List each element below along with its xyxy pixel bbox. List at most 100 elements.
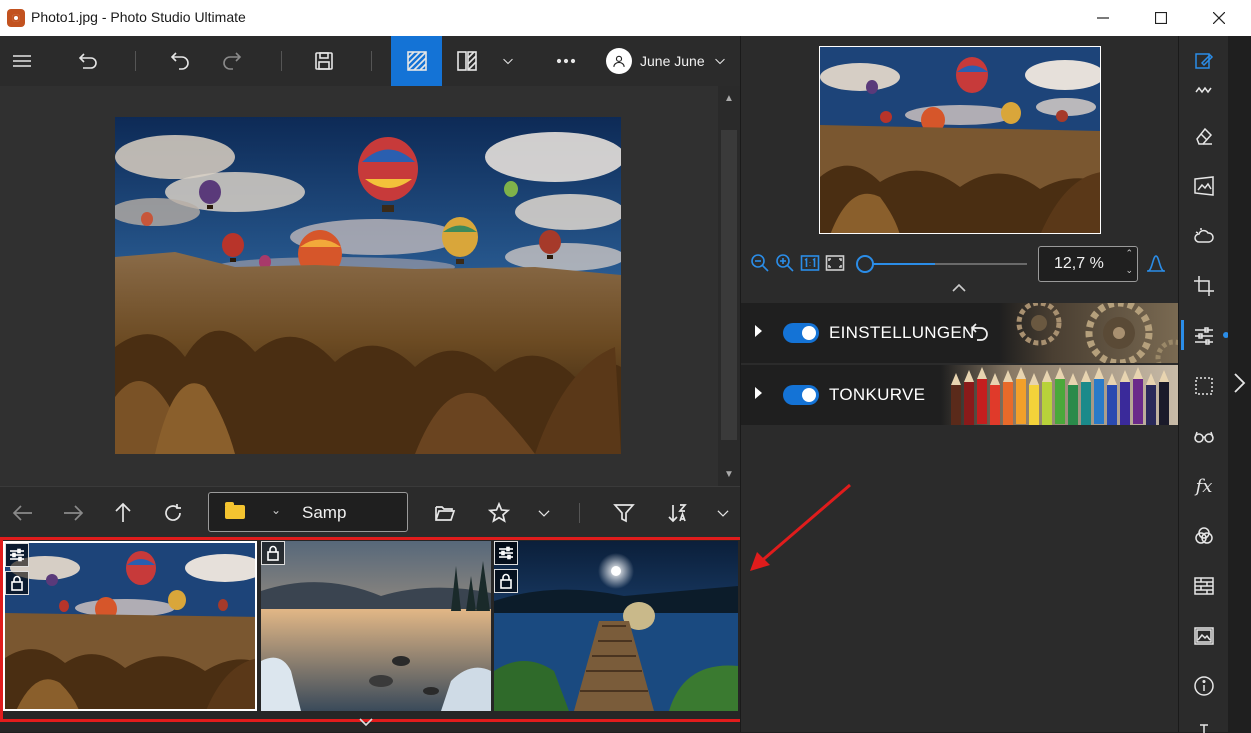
nav-up-button[interactable]: [102, 487, 144, 539]
collapse-navigator-button[interactable]: [951, 282, 967, 296]
pencils-banner-image: [941, 365, 1179, 425]
tone-curve-section-header[interactable]: TONKURVE: [741, 365, 1179, 425]
arrow-right-icon: [64, 505, 84, 521]
zoom-out-button[interactable]: [749, 252, 771, 274]
main-toolbar: June June: [0, 36, 740, 86]
refresh-button[interactable]: [152, 487, 194, 539]
zoom-slider-knob[interactable]: [856, 255, 874, 273]
back-to-browser-button[interactable]: [68, 36, 108, 86]
tool-retouch[interactable]: [1179, 74, 1229, 104]
weather-icon: [1194, 228, 1214, 243]
thumbnail-highlight-annotation: [0, 537, 744, 722]
redo-button[interactable]: [212, 36, 252, 86]
tool-red-eye[interactable]: [1179, 416, 1229, 456]
redo-icon: [223, 52, 242, 70]
image-viewer[interactable]: ▲ ▼: [0, 86, 740, 486]
tool-texture[interactable]: [1179, 566, 1229, 606]
filter-icon: [613, 504, 635, 523]
image-frame-icon: [1194, 627, 1214, 645]
adjustments-icon: [1195, 327, 1213, 345]
scroll-up-arrow[interactable]: ▲: [718, 88, 740, 108]
actual-size-button[interactable]: [799, 252, 821, 274]
close-button[interactable]: [1190, 0, 1248, 36]
tone-curve-toggle[interactable]: [783, 385, 819, 405]
fit-to-screen-button[interactable]: [824, 252, 846, 274]
scroll-down-arrow[interactable]: ▼: [718, 464, 740, 484]
tool-more[interactable]: [1179, 712, 1229, 733]
save-icon: [315, 52, 333, 70]
chevron-down-icon: [538, 510, 550, 517]
zoom-step-down-icon[interactable]: ⌄: [1125, 265, 1133, 276]
return-arrow-icon: [78, 53, 97, 69]
tool-selection[interactable]: [1179, 366, 1229, 406]
sort-button[interactable]: [657, 487, 699, 539]
zoom-slider-track[interactable]: [859, 263, 1027, 265]
settings-toggle[interactable]: [783, 323, 819, 343]
red-annotation-arrow: [750, 483, 851, 571]
save-button[interactable]: [304, 36, 344, 86]
expand-panel-button[interactable]: [1232, 372, 1246, 399]
sort-dropdown[interactable]: [706, 487, 740, 539]
tool-info[interactable]: [1179, 666, 1229, 706]
histogram-icon: [1147, 255, 1165, 272]
gears-banner-image: [999, 303, 1179, 363]
tone-curve-section-label: TONKURVE: [829, 385, 926, 404]
tool-weather[interactable]: [1179, 216, 1229, 256]
marquee-selection-icon: [1195, 377, 1213, 395]
chevron-down-icon: [714, 58, 725, 65]
arrow-left-icon: [12, 505, 32, 521]
folder-dropdown[interactable]: ⌄ Samp: [208, 492, 408, 532]
toolbar-divider: [135, 51, 136, 71]
tool-frame[interactable]: [1179, 616, 1229, 656]
title-bar: Photo1.jpg - Photo Studio Ultimate: [0, 0, 1251, 36]
settings-section-label: EINSTELLUNGEN: [829, 323, 975, 342]
more-options-button[interactable]: [545, 36, 587, 86]
chevron-down-icon: ⌄: [271, 503, 282, 517]
color-circles-icon: [1195, 527, 1213, 544]
zoom-value: 12,7 %: [1054, 255, 1104, 272]
navigator-preview[interactable]: [819, 46, 1101, 234]
nav-back-button[interactable]: [2, 487, 44, 539]
histogram-button[interactable]: [1145, 252, 1167, 274]
minimize-button[interactable]: [1074, 0, 1132, 36]
tool-perspective[interactable]: [1179, 166, 1229, 206]
chevron-up-icon: [952, 283, 966, 292]
zoom-percentage-input[interactable]: 12,7 % ⌃ ⌄: [1038, 246, 1138, 282]
vertical-scrollbar[interactable]: ▲ ▼: [718, 86, 740, 486]
favorites-dropdown[interactable]: [526, 487, 562, 539]
view-mode-dropdown[interactable]: [494, 36, 522, 86]
zoom-step-up-icon[interactable]: ⌃: [1125, 248, 1133, 259]
nav-forward-button[interactable]: [52, 487, 94, 539]
open-folder-button[interactable]: [424, 487, 466, 539]
settings-section-header[interactable]: EINSTELLUNGEN: [741, 303, 1179, 363]
open-folder-icon: [435, 506, 456, 521]
expand-caret-icon[interactable]: [755, 325, 762, 337]
tool-eraser[interactable]: [1179, 116, 1229, 156]
nav-divider: [579, 503, 580, 523]
expand-strip-button[interactable]: [358, 716, 374, 730]
edit-note-icon: [1195, 53, 1214, 69]
split-view-icon: [457, 51, 477, 71]
tool-color[interactable]: [1179, 516, 1229, 556]
menu-button[interactable]: [2, 36, 42, 86]
tool-effects[interactable]: fx: [1179, 466, 1229, 506]
reset-button[interactable]: [969, 321, 993, 345]
tool-adjustments[interactable]: [1179, 316, 1229, 356]
compare-view-button[interactable]: [446, 36, 488, 86]
star-add-icon: [488, 502, 510, 523]
folder-icon: [225, 502, 245, 519]
tool-crop[interactable]: [1179, 266, 1229, 306]
undo-button[interactable]: [160, 36, 200, 86]
expand-caret-icon[interactable]: [755, 387, 762, 399]
photo-studio-window: Photo1.jpg - Photo Studio Ultimate June …: [0, 0, 1251, 733]
maximize-button[interactable]: [1132, 0, 1190, 36]
window-title: Photo1.jpg - Photo Studio Ultimate: [31, 9, 246, 25]
user-account-button[interactable]: June June: [606, 36, 738, 86]
single-view-button[interactable]: [391, 36, 442, 86]
filter-button[interactable]: [603, 487, 645, 539]
chevron-down-icon: [503, 58, 513, 65]
favorites-button[interactable]: [478, 487, 520, 539]
scrollbar-thumb[interactable]: [721, 130, 737, 440]
zoom-in-button[interactable]: [774, 252, 796, 274]
adjustments-panel: 12,7 % ⌃ ⌄ EINSTELLUNGEN TONKURVE: [740, 36, 1179, 732]
